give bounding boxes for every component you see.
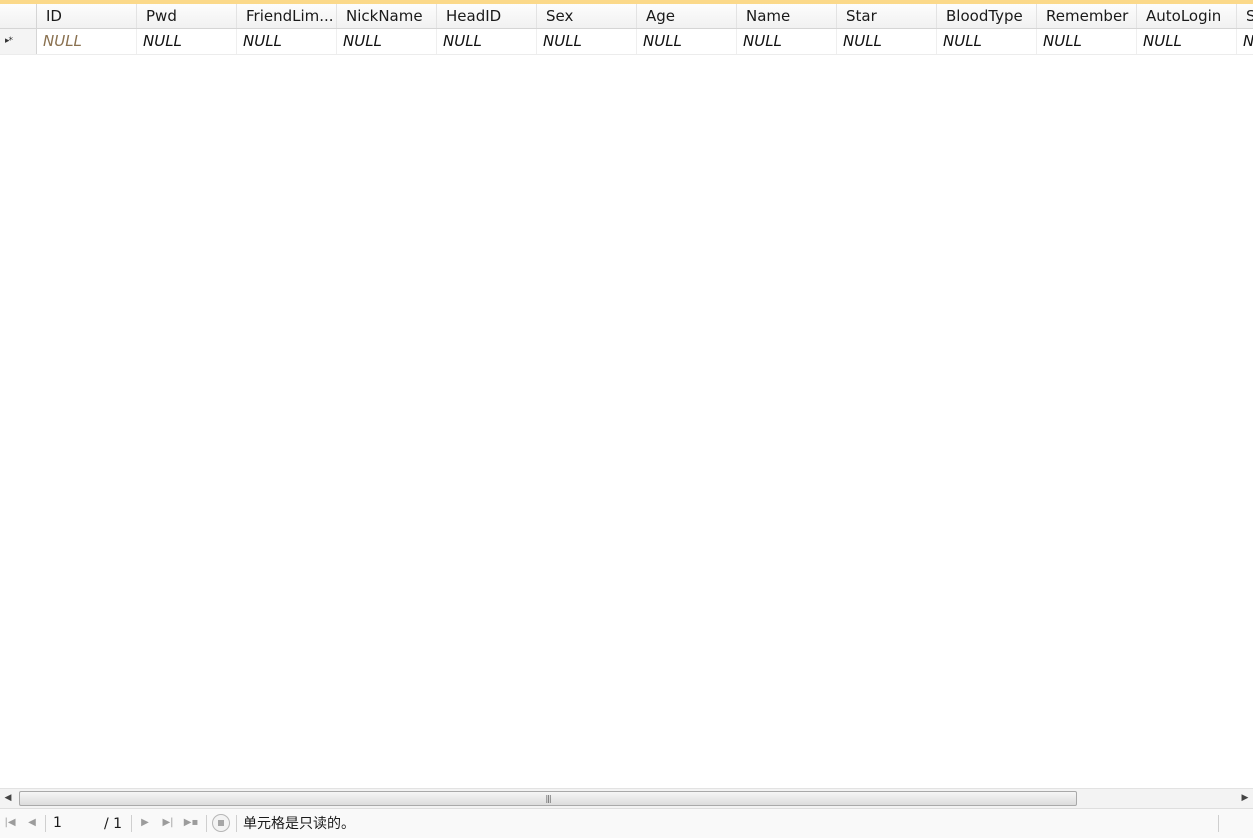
separator <box>131 815 132 832</box>
column-header-id[interactable]: ID <box>37 4 137 28</box>
column-header-bloodtype[interactable]: BloodType <box>937 4 1037 28</box>
separator <box>206 815 207 832</box>
horizontal-scrollbar[interactable]: ◀ ||| ▶ <box>0 788 1253 808</box>
column-header-autologin[interactable]: AutoLogin <box>1137 4 1237 28</box>
column-header-headid[interactable]: HeadID <box>437 4 537 28</box>
scroll-left-icon[interactable]: ◀ <box>0 789 16 808</box>
separator <box>236 815 237 832</box>
stop-icon[interactable] <box>212 814 230 832</box>
cell-name[interactable]: NULL <box>737 29 837 54</box>
first-page-icon[interactable]: |◀ <box>2 814 18 832</box>
cell-headid[interactable]: NULL <box>437 29 537 54</box>
cell-sex[interactable]: NULL <box>537 29 637 54</box>
separator <box>45 815 46 832</box>
table-row[interactable]: ▸* NULL NULL NULL NULL NULL NULL NULL NU… <box>0 29 1253 55</box>
page-total-label: / 1 <box>104 816 123 832</box>
page-number-input[interactable] <box>48 813 98 833</box>
last-page-icon[interactable]: ▶| <box>160 814 176 832</box>
status-message: 单元格是只读的。 <box>243 816 355 832</box>
column-header-row: ID Pwd FriendLim... NickName HeadID Sex … <box>0 4 1253 29</box>
column-header-nickname[interactable]: NickName <box>337 4 437 28</box>
results-grid[interactable]: ID Pwd FriendLim... NickName HeadID Sex … <box>0 4 1253 788</box>
column-header-age[interactable]: Age <box>637 4 737 28</box>
separator <box>1218 815 1219 832</box>
column-header-pwd[interactable]: Pwd <box>137 4 237 28</box>
grid-corner-cell[interactable] <box>0 4 37 28</box>
add-row-icon[interactable]: ▶▪ <box>183 814 199 832</box>
column-header-name[interactable]: Name <box>737 4 837 28</box>
scrollbar-thumb[interactable]: ||| <box>19 791 1077 806</box>
next-page-icon[interactable]: ▶ <box>137 814 153 832</box>
cell-s[interactable]: NULL <box>1237 29 1253 54</box>
column-header-remember[interactable]: Remember <box>1037 4 1137 28</box>
result-grid-window: ID Pwd FriendLim... NickName HeadID Sex … <box>0 0 1253 838</box>
cell-star[interactable]: NULL <box>837 29 937 54</box>
new-row-indicator-icon[interactable]: ▸* <box>0 29 37 54</box>
column-header-friendlimit[interactable]: FriendLim... <box>237 4 337 28</box>
cell-autologin[interactable]: NULL <box>1137 29 1237 54</box>
cell-friendlimit[interactable]: NULL <box>237 29 337 54</box>
cell-id[interactable]: NULL <box>37 29 137 54</box>
previous-page-icon[interactable]: ◀ <box>24 814 40 832</box>
column-header-star[interactable]: Star <box>837 4 937 28</box>
cell-pwd[interactable]: NULL <box>137 29 237 54</box>
cell-nickname[interactable]: NULL <box>337 29 437 54</box>
cell-remember[interactable]: NULL <box>1037 29 1137 54</box>
column-header-s[interactable]: S <box>1237 4 1253 28</box>
cell-age[interactable]: NULL <box>637 29 737 54</box>
navigation-status-bar: |◀ ◀ / 1 ▶ ▶| ▶▪ 单元格是只读的。 <box>0 808 1253 838</box>
scroll-right-icon[interactable]: ▶ <box>1237 789 1253 808</box>
cell-bloodtype[interactable]: NULL <box>937 29 1037 54</box>
scrollbar-grip-icon: ||| <box>545 794 551 803</box>
column-header-sex[interactable]: Sex <box>537 4 637 28</box>
